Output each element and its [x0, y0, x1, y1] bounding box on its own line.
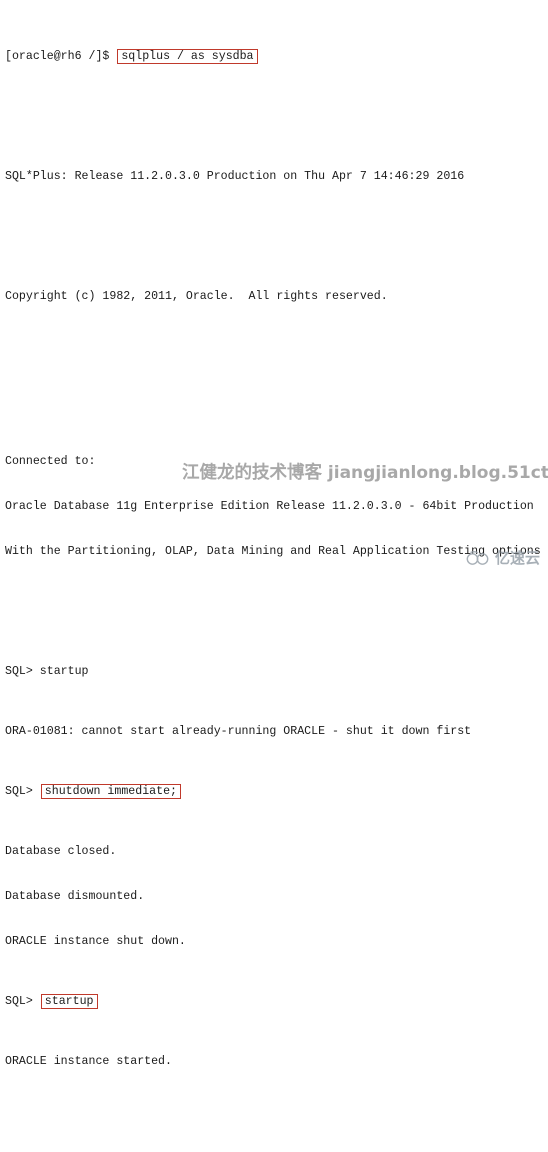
- command-shutdown-immediate[interactable]: shutdown immediate;: [40, 784, 181, 799]
- terminal-line: SQL> shutdown immediate;: [5, 784, 548, 799]
- terminal-line-database-closed: Database closed.: [5, 845, 117, 858]
- command-sqlplus-login[interactable]: sqlplus / as sysdba: [117, 49, 258, 64]
- terminal-line-instance-started: ORACLE instance started.: [5, 1055, 172, 1068]
- terminal-line-database-dismounted: Database dismounted.: [5, 890, 145, 903]
- sql-prompt: SQL>: [5, 665, 40, 678]
- terminal-line: [oracle@rh6 /]$ sqlplus / as sysdba: [5, 49, 548, 64]
- terminal-line-error-ora01081: ORA-01081: cannot start already-running …: [5, 725, 472, 738]
- terminal-line-connected-to: Connected to:: [5, 455, 96, 468]
- site-badge: 亿速云: [465, 547, 540, 568]
- sql-prompt: SQL>: [5, 785, 40, 798]
- site-badge-label: 亿速云: [494, 549, 540, 567]
- terminal-line-banner-release: SQL*Plus: Release 11.2.0.3.0 Production …: [5, 170, 465, 183]
- command-startup-first[interactable]: startup: [40, 665, 89, 678]
- cloud-icon: [465, 550, 491, 566]
- sql-prompt: SQL>: [5, 995, 40, 1008]
- terminal-line: SQL> startup: [5, 664, 548, 679]
- command-startup[interactable]: startup: [40, 994, 98, 1009]
- terminal-line-db-edition: Oracle Database 11g Enterprise Edition R…: [5, 500, 534, 513]
- terminal-output[interactable]: [oracle@rh6 /]$ sqlplus / as sysdba SQL*…: [0, 0, 548, 1068]
- shell-prompt: [oracle@rh6 /]$: [5, 50, 117, 63]
- terminal-line-instance-shutdown: ORACLE instance shut down.: [5, 935, 186, 948]
- terminal-line: SQL> startup: [5, 994, 548, 1009]
- terminal-line-copyright: Copyright (c) 1982, 2011, Oracle. All ri…: [5, 290, 388, 303]
